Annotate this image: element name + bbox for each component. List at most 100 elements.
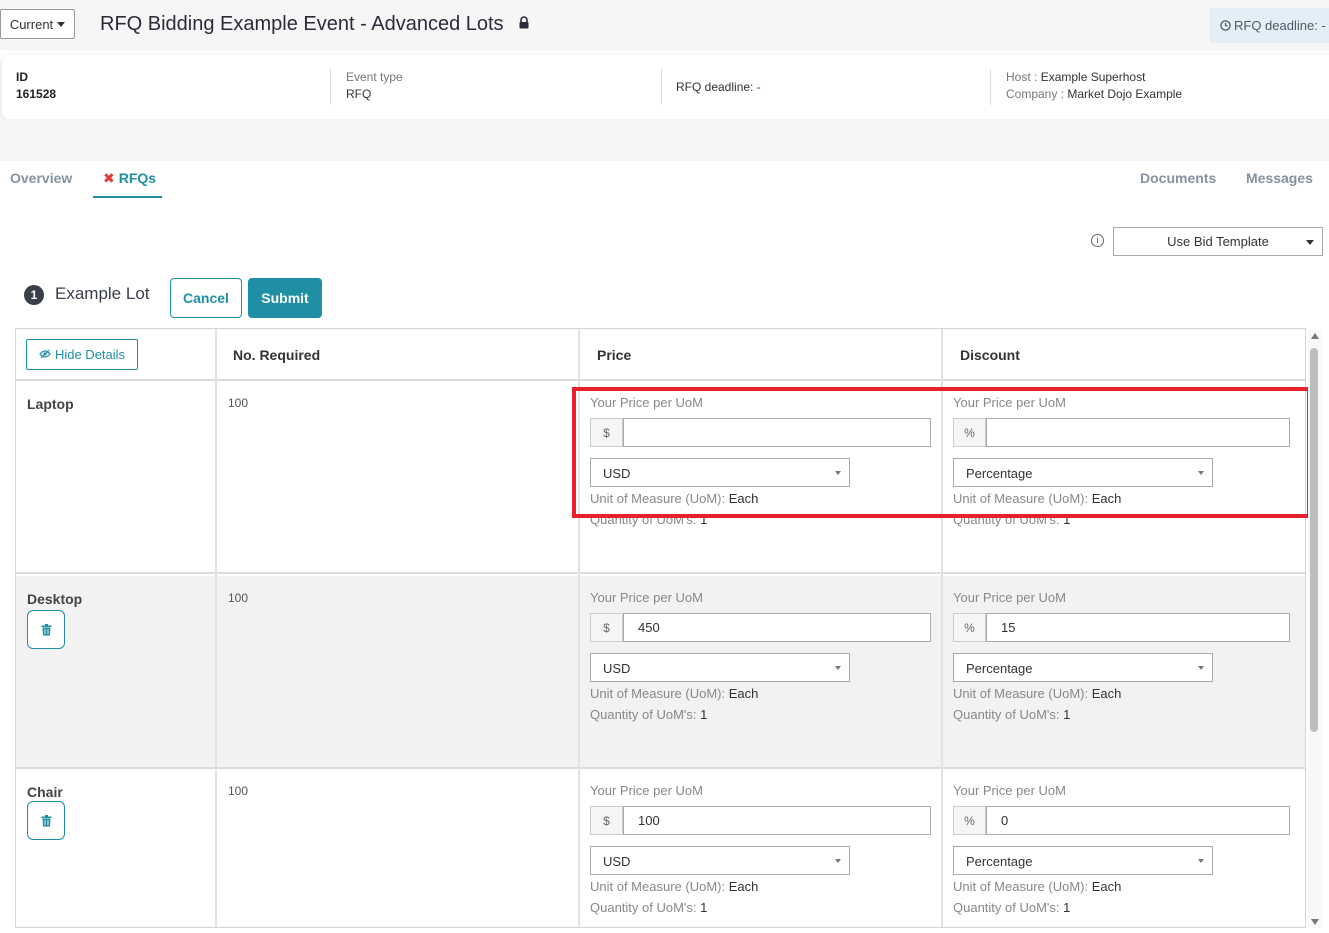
caret-down-icon: [1198, 666, 1204, 670]
lot-number-badge: 1: [24, 285, 44, 305]
qty-label: Quantity of UoM's:: [590, 512, 697, 527]
table-row: Chair 100 Your Price per UoM $ 100 USD U…: [16, 769, 1305, 927]
currency-value: USD: [603, 854, 631, 869]
qty-value: 1: [700, 707, 708, 722]
submit-button[interactable]: Submit: [248, 278, 322, 318]
qty-line: Quantity of UoM's: 1: [953, 707, 1070, 722]
uom-line: Unit of Measure (UoM): Each: [953, 491, 1121, 506]
uom-line: Unit of Measure (UoM): Each: [590, 879, 758, 894]
discount-input[interactable]: [986, 418, 1290, 447]
discount-type-value: Percentage: [966, 466, 1033, 481]
currency-select[interactable]: USD: [590, 846, 850, 875]
header-discount: Discount: [960, 347, 1020, 363]
uom-line: Unit of Measure (UoM): Each: [590, 491, 758, 506]
company-label: Company :: [1006, 87, 1065, 101]
trash-icon: [41, 623, 51, 635]
scroll-down-icon[interactable]: [1311, 919, 1319, 925]
qty-label: Quantity of UoM's:: [953, 900, 1060, 915]
scroll-thumb[interactable]: [1310, 348, 1318, 732]
price-input[interactable]: [623, 418, 931, 447]
item-name: Chair: [27, 784, 63, 800]
caret-down-icon: [57, 21, 66, 27]
table-header: Hide Details No. Required Price Discount: [16, 329, 1305, 381]
uom-label: Unit of Measure (UoM):: [953, 491, 1089, 506]
scroll-up-icon[interactable]: [1311, 333, 1319, 339]
required-quantity: 100: [228, 591, 249, 605]
qty-line: Quantity of UoM's: 1: [590, 707, 707, 722]
vertical-scrollbar[interactable]: [1308, 330, 1322, 928]
caret-down-icon: [835, 471, 841, 475]
qty-line: Quantity of UoM's: 1: [953, 512, 1070, 527]
divider: [661, 69, 662, 105]
uom-label: Unit of Measure (UoM):: [953, 879, 1089, 894]
uom-label: Unit of Measure (UoM):: [590, 686, 726, 701]
event-deadline-text: RFQ deadline: -: [676, 80, 761, 94]
discount-price-label: Your Price per UoM: [953, 590, 1066, 605]
uom-label: Unit of Measure (UoM):: [590, 879, 726, 894]
bid-template-dropdown[interactable]: Use Bid Template: [1113, 227, 1323, 256]
column-divider: [215, 329, 217, 927]
divider: [330, 69, 331, 105]
caret-down-icon: [835, 859, 841, 863]
qty-line: Quantity of UoM's: 1: [590, 900, 707, 915]
discount-price-label: Your Price per UoM: [953, 783, 1066, 798]
discount-type-value: Percentage: [966, 661, 1033, 676]
price-input[interactable]: 450: [623, 613, 931, 642]
required-quantity: 100: [228, 784, 249, 798]
qty-line: Quantity of UoM's: 1: [953, 900, 1070, 915]
discount-input[interactable]: 0: [986, 806, 1290, 835]
uom-label: Unit of Measure (UoM):: [590, 491, 726, 506]
cancel-button[interactable]: Cancel: [170, 278, 242, 318]
currency-select[interactable]: USD: [590, 653, 850, 682]
discount-input[interactable]: 15: [986, 613, 1290, 642]
hide-details-label: Hide Details: [54, 347, 126, 362]
price-cell: Your Price per UoM $ 100 USD Unit of Mea…: [590, 769, 931, 927]
host-label: Host :: [1006, 70, 1038, 84]
delete-row-button[interactable]: [27, 801, 65, 840]
bid-template-label: Use Bid Template: [1167, 234, 1269, 249]
caret-down-icon: [1306, 240, 1314, 245]
price-input[interactable]: 100: [623, 806, 931, 835]
tab-messages[interactable]: Messages: [1246, 170, 1313, 186]
caret-down-icon: [1198, 471, 1204, 475]
tab-rfqs-label: RFQs: [118, 170, 157, 186]
qty-label: Quantity of UoM's:: [953, 707, 1060, 722]
uom-line: Unit of Measure (UoM): Each: [953, 686, 1121, 701]
divider: [990, 69, 991, 105]
hide-details-button[interactable]: Hide Details: [26, 339, 138, 370]
qty-value: 1: [1063, 707, 1071, 722]
uom-value: Each: [1091, 879, 1122, 894]
info-icon[interactable]: i: [1091, 234, 1104, 247]
spacer-band: [0, 119, 1329, 161]
tab-overview[interactable]: Overview: [10, 170, 72, 186]
item-name: Laptop: [27, 396, 74, 412]
lot-table: Hide Details No. Required Price Discount…: [15, 328, 1306, 928]
currency-select[interactable]: USD: [590, 458, 850, 487]
uom-value: Each: [728, 879, 759, 894]
price-cell: Your Price per UoM $ 450 USD Unit of Mea…: [590, 576, 931, 769]
discount-type-select[interactable]: Percentage: [953, 458, 1213, 487]
price-label: Your Price per UoM: [590, 590, 703, 605]
event-type: Event type RFQ: [346, 69, 403, 103]
qty-label: Quantity of UoM's:: [590, 707, 697, 722]
discount-type-select[interactable]: Percentage: [953, 653, 1213, 682]
event-type-value: RFQ: [346, 87, 372, 101]
event-title-text: RFQ Bidding Example Event - Advanced Lot…: [100, 13, 504, 35]
tab-rfqs[interactable]: ✖ RFQs: [103, 170, 156, 187]
column-divider: [578, 329, 580, 927]
uom-value: Each: [728, 491, 759, 506]
uom-line: Unit of Measure (UoM): Each: [953, 879, 1121, 894]
event-title: RFQ Bidding Example Event - Advanced Lot…: [100, 12, 529, 36]
uom-line: Unit of Measure (UoM): Each: [590, 686, 758, 701]
currency-symbol: $: [590, 806, 623, 835]
event-host: Host : Example Superhost Company : Marke…: [1006, 69, 1182, 103]
lot-title: Example Lot: [55, 284, 150, 303]
event-deadline: RFQ deadline: -: [676, 79, 761, 96]
clock-icon: [1220, 19, 1231, 34]
discount-type-select[interactable]: Percentage: [953, 846, 1213, 875]
tab-documents[interactable]: Documents: [1140, 170, 1216, 186]
current-version-dropdown[interactable]: Current: [0, 9, 75, 39]
delete-row-button[interactable]: [27, 610, 65, 649]
header-price: Price: [597, 347, 632, 363]
percent-symbol: %: [953, 418, 986, 447]
